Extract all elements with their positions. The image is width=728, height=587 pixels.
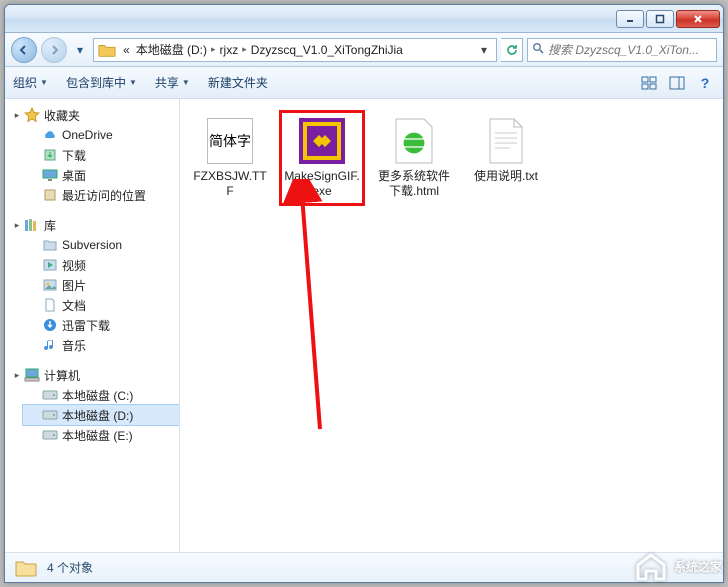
exe-icon [298, 117, 346, 165]
titlebar [5, 5, 723, 33]
help-button[interactable]: ? [695, 73, 715, 93]
breadcrumb[interactable]: « 本地磁盘 (D:) ▸ rjxz ▸ Dzyzscq_V1.0_XiTong… [93, 38, 497, 62]
text-file-icon [482, 117, 530, 165]
refresh-button[interactable] [501, 38, 523, 62]
drive-icon [41, 387, 59, 403]
file-content-area[interactable]: 简体字 FZXBSJW.TTF MakeSignGIF.exe 更多系统软件下载… [180, 99, 723, 552]
explorer-window: ▾ « 本地磁盘 (D:) ▸ rjxz ▸ Dzyzscq_V1.0_XiTo… [4, 4, 724, 583]
forward-button[interactable] [41, 37, 67, 63]
folder-icon [41, 237, 59, 253]
sidebar-item-desktop[interactable]: 桌面 [23, 165, 179, 185]
sidebar-item-videos[interactable]: 视频 [23, 255, 179, 275]
breadcrumb-dropdown[interactable]: ▾ [476, 43, 492, 57]
toolbar-include-in-library[interactable]: 包含到库中▼ [66, 74, 137, 91]
sidebar-item-subversion[interactable]: Subversion [23, 235, 179, 255]
search-box[interactable] [527, 38, 717, 62]
download-icon [41, 147, 59, 163]
sidebar-drive-d[interactable]: 本地磁盘 (D:) [23, 405, 179, 425]
collapse-icon: ▸ [11, 220, 23, 231]
breadcrumb-seg-folder2[interactable]: Dzyzscq_V1.0_XiTongZhiJia [248, 43, 406, 57]
sidebar-item-xunlei[interactable]: 迅雷下载 [23, 315, 179, 335]
file-grid: 简体字 FZXBSJW.TTF MakeSignGIF.exe 更多系统软件下载… [190, 113, 713, 203]
file-item-html[interactable]: 更多系统软件下载.html [374, 113, 454, 203]
computer-icon [23, 367, 41, 383]
sidebar-libraries[interactable]: ▸ 库 [5, 215, 179, 235]
music-icon [41, 337, 59, 353]
toolbar: 组织▼ 包含到库中▼ 共享▼ 新建文件夹 ? [5, 67, 723, 99]
document-icon [41, 297, 59, 313]
preview-pane-button[interactable] [667, 73, 687, 93]
sidebar-drive-c[interactable]: 本地磁盘 (C:) [23, 385, 179, 405]
toolbar-share[interactable]: 共享▼ [155, 74, 190, 91]
sidebar-item-downloads[interactable]: 下载 [23, 145, 179, 165]
html-icon [390, 117, 438, 165]
search-icon [532, 42, 544, 57]
sidebar-item-music[interactable]: 音乐 [23, 335, 179, 355]
search-input[interactable] [548, 43, 712, 57]
collapse-icon: ▸ [11, 370, 23, 381]
addressbar: ▾ « 本地磁盘 (D:) ▸ rjxz ▸ Dzyzscq_V1.0_XiTo… [5, 33, 723, 67]
sidebar-computer[interactable]: ▸ 计算机 [5, 365, 179, 385]
libraries-icon [23, 217, 41, 233]
minimize-button[interactable] [616, 10, 644, 28]
sidebar-item-onedrive[interactable]: OneDrive [23, 125, 179, 145]
drive-icon [41, 427, 59, 443]
sidebar-item-documents[interactable]: 文档 [23, 295, 179, 315]
video-icon [41, 257, 59, 273]
desktop-icon [41, 167, 59, 183]
pictures-icon [41, 277, 59, 293]
recent-icon [41, 187, 59, 203]
breadcrumb-seg-folder1[interactable]: rjxz [217, 43, 242, 57]
sidebar-drive-e[interactable]: 本地磁盘 (E:) [23, 425, 179, 445]
folder-icon [98, 42, 116, 58]
view-options-button[interactable] [639, 73, 659, 93]
back-button[interactable] [11, 37, 37, 63]
file-item-font[interactable]: 简体字 FZXBSJW.TTF [190, 113, 270, 203]
file-item-txt[interactable]: 使用说明.txt [466, 113, 546, 203]
sidebar-item-recent[interactable]: 最近访问的位置 [23, 185, 179, 205]
explorer-body: ▸ 收藏夹 OneDrive 下载 桌面 最近访问的位置 ▸ 库 [5, 99, 723, 552]
history-dropdown-button[interactable]: ▾ [71, 41, 89, 59]
font-icon: 简体字 [206, 117, 254, 165]
close-button[interactable] [676, 10, 720, 28]
status-count: 4 个对象 [47, 559, 93, 576]
watermark: 系统之家 [634, 551, 722, 581]
breadcrumb-overflow[interactable]: « [120, 43, 133, 57]
folder-icon [15, 558, 37, 578]
sidebar-item-pictures[interactable]: 图片 [23, 275, 179, 295]
collapse-icon: ▸ [11, 110, 23, 121]
navigation-sidebar[interactable]: ▸ 收藏夹 OneDrive 下载 桌面 最近访问的位置 ▸ 库 [5, 99, 180, 552]
cloud-icon [41, 127, 59, 143]
sidebar-favorites[interactable]: ▸ 收藏夹 [5, 105, 179, 125]
maximize-button[interactable] [646, 10, 674, 28]
breadcrumb-seg-drive[interactable]: 本地磁盘 (D:) [133, 41, 210, 58]
drive-icon [41, 407, 59, 423]
annotation-arrow [280, 179, 360, 439]
toolbar-organize[interactable]: 组织▼ [13, 74, 48, 91]
file-item-exe[interactable]: MakeSignGIF.exe [282, 113, 362, 203]
star-icon [23, 107, 41, 123]
download-icon [41, 317, 59, 333]
statusbar: 4 个对象 [5, 552, 723, 582]
toolbar-new-folder[interactable]: 新建文件夹 [208, 74, 268, 91]
